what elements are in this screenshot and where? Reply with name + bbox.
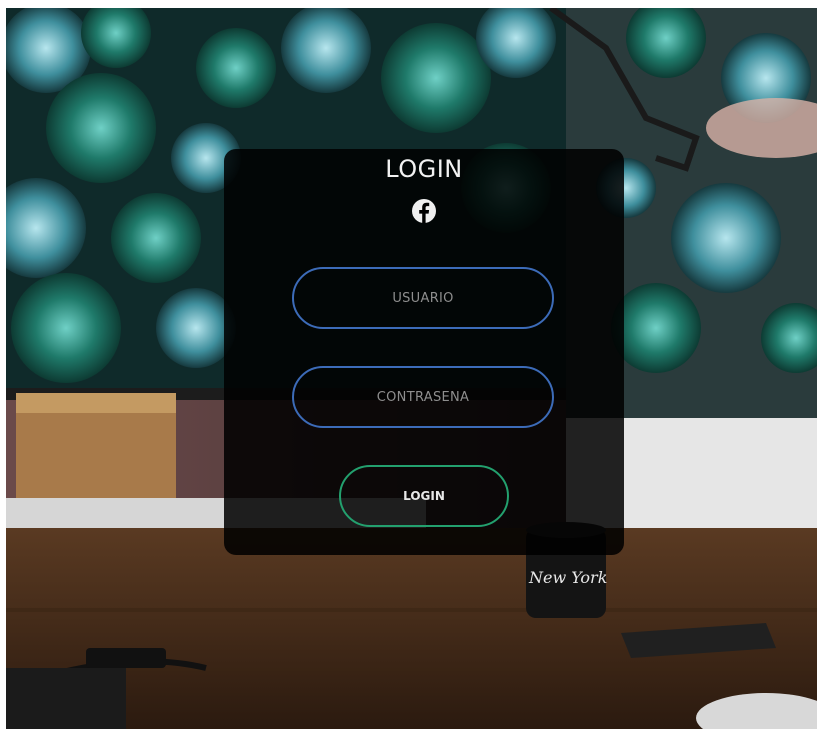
facebook-icon[interactable] <box>410 197 438 225</box>
username-input[interactable] <box>292 267 554 329</box>
login-card: LOGIN LOGIN <box>224 149 624 555</box>
login-title: LOGIN <box>385 155 463 183</box>
svg-text:New York: New York <box>528 568 607 587</box>
page-frame: New York LOGIN LOGIN <box>6 8 817 729</box>
password-input[interactable] <box>292 366 554 428</box>
login-button[interactable]: LOGIN <box>339 465 509 527</box>
